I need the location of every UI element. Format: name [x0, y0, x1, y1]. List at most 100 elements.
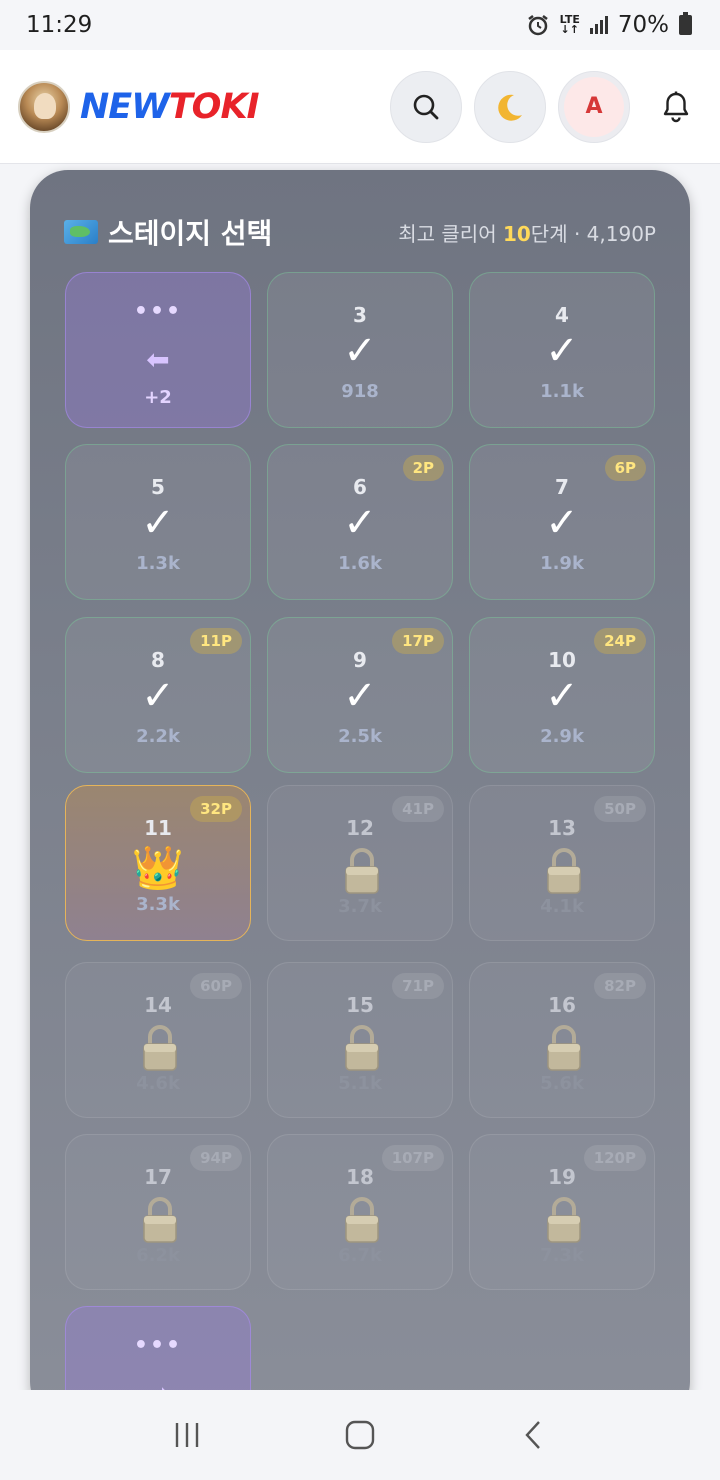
check-icon: ✓ — [343, 673, 377, 719]
lock-icon — [345, 1197, 379, 1243]
stage-score: 5.6k — [540, 1073, 584, 1094]
home-icon — [345, 1420, 375, 1450]
lock-icon — [547, 1025, 581, 1071]
check-icon: ✓ — [141, 500, 175, 546]
user-avatar-button[interactable]: A — [558, 70, 630, 143]
back-button[interactable] — [503, 1405, 563, 1465]
status-bar: 11:29 LTE ↓↑ 70% — [0, 0, 720, 50]
stage-tile-5[interactable]: 5 ✓ 1.3k — [65, 444, 251, 600]
lock-icon — [345, 1025, 379, 1071]
stage-score: 918 — [341, 381, 379, 402]
stage-score: 1.3k — [136, 553, 180, 574]
stage-score: 1.9k — [540, 553, 584, 574]
home-button[interactable] — [330, 1405, 390, 1465]
check-icon: ✓ — [141, 673, 175, 719]
previous-stages-button[interactable]: ••• ⬅ +2 — [65, 272, 251, 428]
stage-tile-13: 50P 13 4.1k — [469, 785, 655, 941]
stage-score: 6.2k — [136, 1245, 180, 1266]
stage-score: 1.1k — [540, 381, 584, 402]
stage-score: 3.7k — [338, 896, 382, 917]
stage-score: 2.2k — [136, 726, 180, 747]
stage-number: 17 — [144, 1165, 172, 1189]
crown-icon: 👑 — [131, 843, 185, 892]
system-nav-bar — [0, 1390, 720, 1480]
check-icon: ✓ — [545, 673, 579, 719]
stage-number: 3 — [353, 303, 367, 327]
recent-apps-button[interactable] — [157, 1405, 217, 1465]
hidden-count: +2 — [144, 387, 172, 408]
app-header: NEWTOKI A — [0, 50, 720, 164]
stage-number: 7 — [555, 475, 569, 499]
stage-tile-4[interactable]: 4 ✓ 1.1k — [469, 272, 655, 428]
alarm-icon — [527, 15, 548, 36]
stage-score: 4.1k — [540, 896, 584, 917]
check-icon: ✓ — [343, 328, 377, 374]
stage-score: 4.6k — [136, 1073, 180, 1094]
status-time: 11:29 — [26, 12, 93, 38]
stage-number: 13 — [548, 816, 576, 840]
moon-icon — [498, 94, 522, 121]
status-icons: LTE ↓↑ 70% — [526, 12, 692, 38]
bell-icon — [663, 91, 689, 122]
stage-tile-14: 60P 14 4.6k — [65, 962, 251, 1118]
stage-tile-19: 120P 19 7.3k — [469, 1134, 655, 1290]
site-logo[interactable]: NEWTOKI — [80, 87, 260, 127]
stage-tile-15: 71P 15 5.1k — [267, 962, 453, 1118]
stage-tile-18: 107P 18 6.7k — [267, 1134, 453, 1290]
stage-tile-6[interactable]: 2P 6 ✓ 1.6k — [267, 444, 453, 600]
stage-score: 3.3k — [136, 894, 180, 915]
stage-number: 5 — [151, 475, 165, 499]
arrow-left-icon: ⬅ — [146, 343, 170, 376]
stage-number: 14 — [144, 993, 172, 1017]
stage-tile-17: 94P 17 6.2k — [65, 1134, 251, 1290]
stage-score: 2.9k — [540, 726, 584, 747]
stage-tile-3[interactable]: 3 ✓ 918 — [267, 272, 453, 428]
battery-percent: 70% — [617, 12, 669, 38]
search-icon — [413, 94, 439, 119]
stage-tile-9[interactable]: 17P 9 ✓ 2.5k — [267, 617, 453, 773]
more-icon: ••• — [133, 299, 183, 324]
stage-score: 1.6k — [338, 553, 382, 574]
stage-number: 12 — [346, 816, 374, 840]
stage-tile-10[interactable]: 24P 10 ✓ 2.9k — [469, 617, 655, 773]
recent-apps-icon — [175, 1423, 198, 1447]
check-icon: ✓ — [545, 500, 579, 546]
stage-number: 9 — [353, 648, 367, 672]
panel-title: 스테이지 선택 — [64, 212, 272, 252]
stage-tile-12: 41P 12 3.7k — [267, 785, 453, 941]
user-avatar-letter: A — [564, 76, 624, 137]
lock-icon — [547, 848, 581, 894]
lock-icon — [143, 1025, 177, 1071]
stage-score: 6.7k — [338, 1245, 382, 1266]
check-icon: ✓ — [343, 500, 377, 546]
check-icon: ✓ — [545, 328, 579, 374]
stage-number: 16 — [548, 993, 576, 1017]
stage-number: 4 — [555, 303, 569, 327]
stage-number: 19 — [548, 1165, 576, 1189]
stage-number: 8 — [151, 648, 165, 672]
stage-tile-8[interactable]: 11P 8 ✓ 2.2k — [65, 617, 251, 773]
stage-tile-11[interactable]: 32P 11 👑 3.3k — [65, 785, 251, 941]
stage-number: 18 — [346, 1165, 374, 1189]
stage-number: 10 — [548, 648, 576, 672]
stage-tile-16: 82P 16 5.6k — [469, 962, 655, 1118]
site-logo-avatar[interactable] — [18, 80, 70, 133]
battery-icon — [679, 12, 692, 35]
stage-tile-7[interactable]: 6P 7 ✓ 1.9k — [469, 444, 655, 600]
stage-number: 6 — [353, 475, 367, 499]
notifications-button[interactable] — [650, 71, 702, 143]
header-actions: A — [390, 70, 702, 143]
theme-toggle-button[interactable] — [474, 70, 546, 143]
stage-score: 7.3k — [540, 1245, 584, 1266]
lte-icon: LTE ↓↑ — [559, 13, 580, 36]
more-icon: ••• — [133, 1333, 183, 1358]
back-icon — [525, 1421, 541, 1449]
search-button[interactable] — [390, 70, 462, 143]
best-clear-stat: 최고 클리어 10단계 · 4,190P — [398, 222, 656, 246]
world-map-icon — [64, 220, 98, 244]
lock-icon — [547, 1197, 581, 1243]
stage-score: 5.1k — [338, 1073, 382, 1094]
stage-score: 2.5k — [338, 726, 382, 747]
signal-icon — [589, 16, 608, 34]
stage-select-panel: 스테이지 선택 최고 클리어 10단계 · 4,190P ••• ⬅ +2 3 ✓… — [30, 170, 690, 1462]
